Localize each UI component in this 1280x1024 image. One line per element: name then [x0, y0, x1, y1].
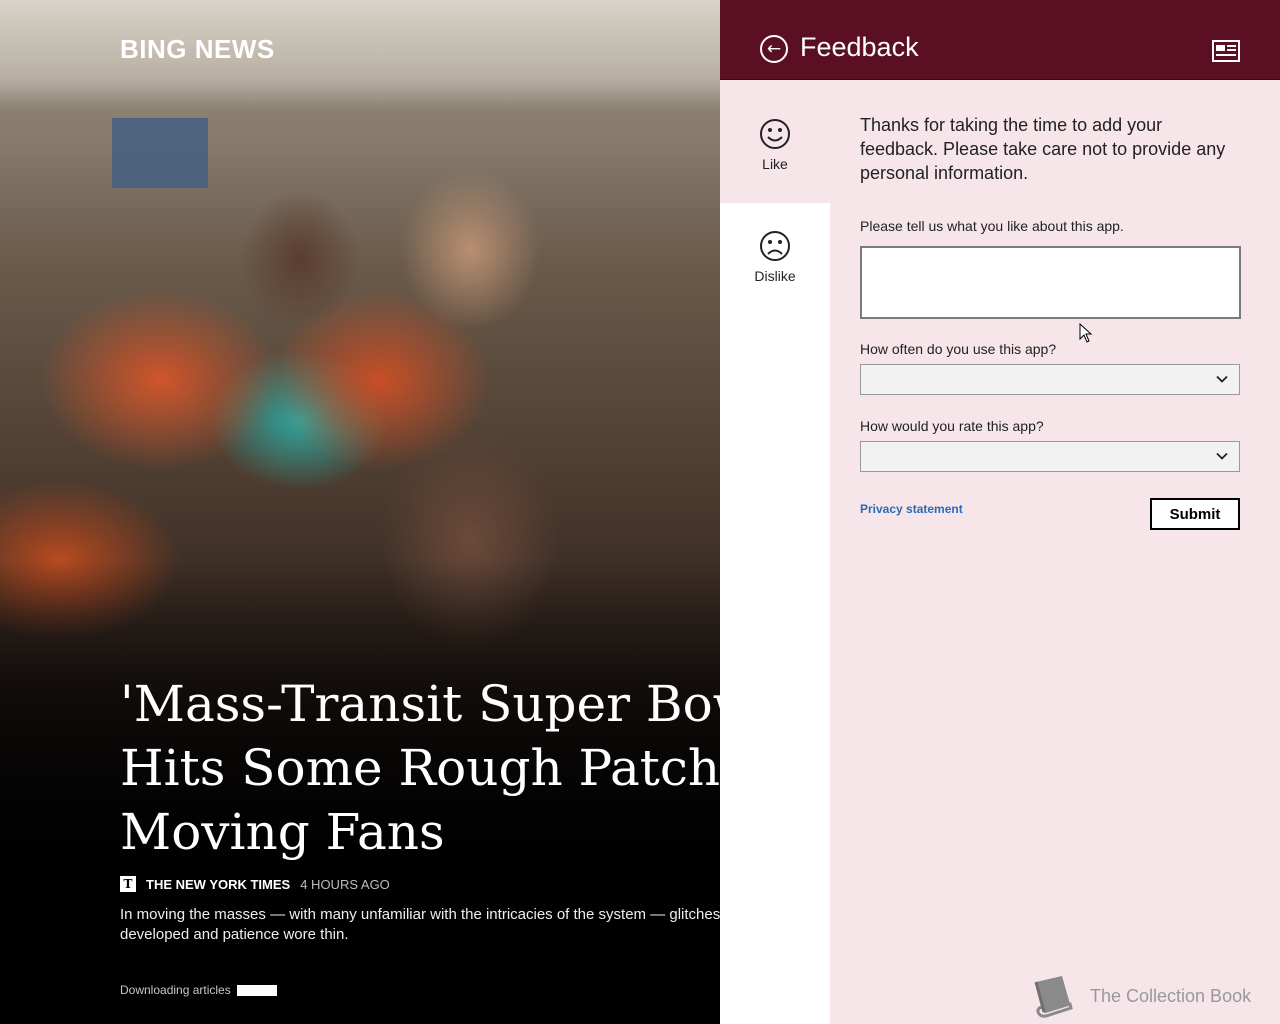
mouse-pointer-icon: [1079, 323, 1093, 343]
sidebar-item-label: Dislike: [754, 268, 796, 284]
intro-text: Thanks for taking the time to add your f…: [860, 115, 1226, 183]
download-progress-bar: [236, 984, 277, 996]
headline-line: Moving Fans: [120, 803, 445, 861]
app-brand: BING NEWS: [120, 34, 275, 64]
frowny-icon: [760, 231, 790, 261]
smiley-icon: [760, 119, 790, 149]
back-button[interactable]: ←: [760, 35, 788, 63]
download-status-label: Downloading articles: [120, 983, 231, 997]
privacy-statement-link[interactable]: Privacy statement: [860, 502, 963, 516]
summary-line: In moving the masses — with many unfamil…: [120, 906, 720, 923]
article-headline[interactable]: 'Mass-Transit Super Bowl' Hits Some Roug…: [120, 672, 720, 868]
like-feedback-textarea[interactable]: [860, 246, 1241, 319]
rating-select[interactable]: [860, 441, 1240, 472]
hero-image-ceiling: [0, 0, 720, 110]
watermark: The Collection Book: [1026, 974, 1251, 1018]
sidebar-item-dislike[interactable]: Dislike: [720, 203, 830, 313]
hero-image-banner: [112, 118, 208, 188]
feedback-sidebar: Like Dislike: [720, 93, 830, 1024]
headline-line: Hits Some Rough Patches: [120, 739, 720, 797]
news-app-icon: [1212, 40, 1240, 62]
sidebar-item-like[interactable]: Like: [720, 93, 830, 203]
sidebar-item-label: Like: [762, 156, 788, 172]
news-hero[interactable]: BING NEWS 'Mass-Transit Super Bowl' Hits…: [0, 0, 720, 1024]
download-status: Downloading articles: [120, 983, 277, 997]
summary-line: developed and patience wore thin.: [120, 926, 349, 943]
chevron-down-icon: [1216, 375, 1228, 383]
book-icon: [1034, 976, 1073, 1018]
article-time: 4 HOURS AGO: [300, 876, 390, 892]
submit-button[interactable]: Submit: [1150, 498, 1240, 530]
feedback-intro: Thanks for taking the time to add your f…: [860, 113, 1240, 185]
article-source: T THE NEW YORK TIMES 4 HOURS AGO: [120, 875, 390, 893]
flyout-header: ← Feedback: [720, 0, 1280, 80]
like-question-label: Please tell us what you like about this …: [860, 218, 1124, 234]
frequency-question-label: How often do you use this app?: [860, 341, 1057, 357]
nyt-logo-icon: T: [120, 876, 136, 892]
chevron-down-icon: [1216, 452, 1228, 460]
flyout-title: Feedback: [800, 32, 919, 62]
frequency-select[interactable]: [860, 364, 1240, 395]
article-summary: In moving the masses — with many unfamil…: [120, 905, 720, 945]
watermark-text: The Collection Book: [1090, 985, 1252, 1006]
rating-question-label: How would you rate this app?: [860, 418, 1044, 434]
source-name: THE NEW YORK TIMES: [146, 876, 291, 892]
feedback-flyout: ← Feedback Like Dislike Thanks for takin…: [720, 0, 1280, 1024]
headline-line: 'Mass-Transit Super Bowl': [120, 675, 720, 733]
